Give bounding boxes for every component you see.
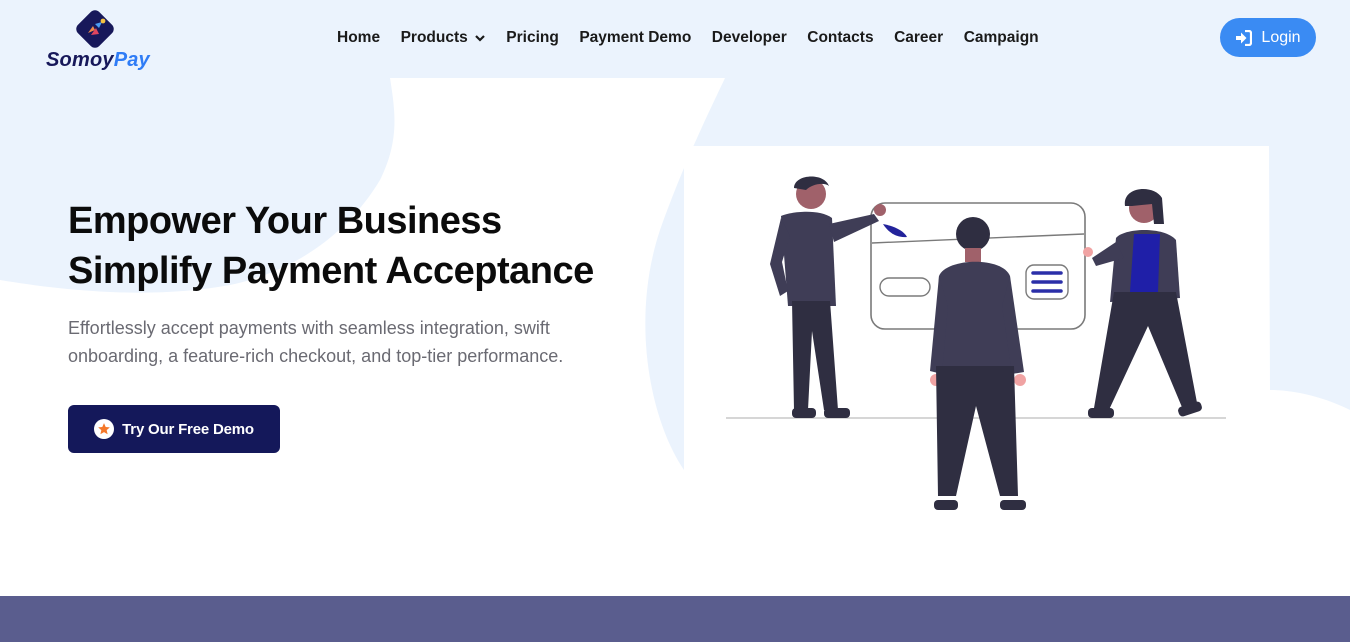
brand-name: SomoyPay [46, 49, 150, 71]
nav-item-contacts[interactable]: Contacts [807, 29, 873, 47]
site-header: SomoyPay Home Products Pricing Payment D… [0, 0, 1350, 78]
hero-title: Empower Your Business Simplify Payment A… [68, 196, 668, 296]
nav-item-payment-demo[interactable]: Payment Demo [579, 29, 691, 47]
nav-item-developer[interactable]: Developer [712, 29, 787, 47]
hero-title-line1: Empower Your Business [68, 200, 502, 242]
hero-section: Empower Your Business Simplify Payment A… [68, 196, 668, 370]
hero-title-line2: Simplify Payment Acceptance [68, 250, 594, 292]
nav-item-career[interactable]: Career [894, 29, 943, 47]
try-free-demo-label: Try Our Free Demo [122, 420, 254, 438]
sign-in-icon [1236, 29, 1253, 46]
hero-illustration [684, 146, 1269, 514]
nav-item-pricing[interactable]: Pricing [506, 29, 559, 47]
try-free-demo-button[interactable]: Try Our Free Demo [68, 405, 280, 453]
login-label: Login [1261, 28, 1301, 46]
nav-item-home[interactable]: Home [337, 29, 380, 47]
main-nav: Home Products Pricing Payment Demo Devel… [337, 26, 1059, 50]
logo-mark-icon [76, 10, 114, 48]
hero-subtitle: Effortlessly accept payments with seamle… [68, 318, 564, 366]
footer-band [0, 596, 1350, 642]
nav-item-products[interactable]: Products [401, 29, 486, 47]
chevron-down-icon [474, 35, 485, 42]
login-button[interactable]: Login [1220, 18, 1316, 57]
nav-item-campaign[interactable]: Campaign [964, 29, 1039, 47]
brand-logo[interactable]: SomoyPay [46, 6, 166, 72]
star-icon [94, 419, 115, 439]
